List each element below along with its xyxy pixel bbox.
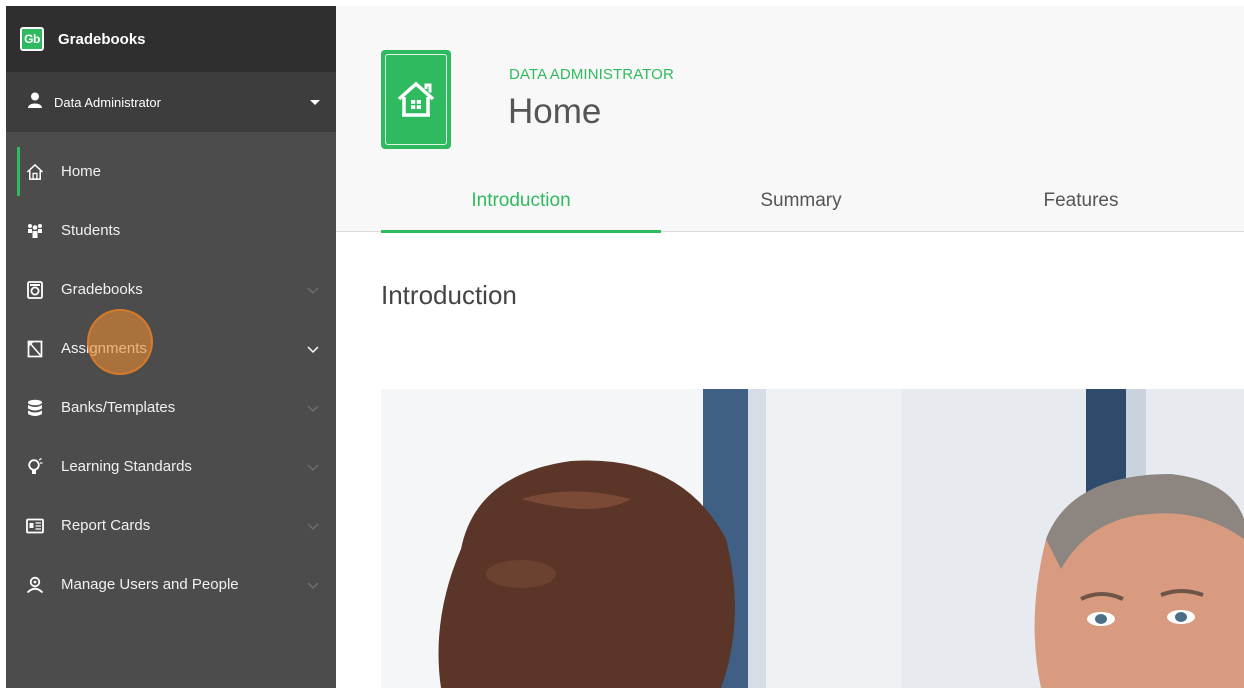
- database-icon: [26, 399, 44, 417]
- sidebar-item-label: Home: [61, 163, 102, 180]
- lightbulb-icon: [26, 457, 44, 476]
- sidebar-nav: Home Students Gradebooks Assignments Ban…: [6, 142, 336, 614]
- sidebar-item-manage-users[interactable]: Manage Users and People: [6, 555, 336, 614]
- chevron-down-icon[interactable]: [306, 401, 320, 415]
- sidebar-item-gradebooks[interactable]: Gradebooks: [6, 260, 336, 319]
- sidebar-item-label: Students: [61, 222, 121, 239]
- sidebar-item-label: Gradebooks: [61, 281, 143, 298]
- user-menu[interactable]: Data Administrator: [6, 72, 336, 132]
- tab-features[interactable]: Features: [941, 186, 1221, 232]
- gradebook-icon: [26, 280, 44, 299]
- home-icon: [26, 163, 44, 181]
- chevron-down-icon[interactable]: [306, 578, 320, 592]
- section-title: Introduction: [381, 280, 517, 310]
- tab-bar: Introduction Summary Features: [381, 186, 1244, 233]
- sidebar-item-label: Manage Users and People: [61, 576, 239, 593]
- manage-users-icon: [26, 576, 44, 594]
- students-icon: [26, 222, 44, 240]
- role-label: DATA ADMINISTRATOR: [509, 66, 674, 83]
- chevron-down-icon[interactable]: [310, 99, 320, 105]
- sidebar-item-label: Assignments: [61, 340, 147, 357]
- user-icon: [28, 92, 42, 113]
- page-header: DATA ADMINISTRATOR Home Introduction Sum…: [336, 6, 1244, 233]
- sidebar-item-home[interactable]: Home: [6, 142, 336, 201]
- sidebar-item-label: Learning Standards: [61, 458, 192, 475]
- sidebar-item-assignments[interactable]: Assignments: [6, 319, 336, 378]
- home-icon: [397, 81, 435, 117]
- hero-photo: [381, 389, 1244, 688]
- tab-summary[interactable]: Summary: [661, 186, 941, 232]
- hero-illustration: [381, 389, 1244, 688]
- sidebar: Gb Gradebooks Data Administrator Home St…: [6, 6, 336, 688]
- chevron-down-icon[interactable]: [306, 460, 320, 474]
- sidebar-item-label: Banks/Templates: [61, 399, 176, 416]
- chevron-down-icon[interactable]: [306, 342, 320, 356]
- main-content: DATA ADMINISTRATOR Home Introduction Sum…: [336, 0, 1244, 688]
- assignment-icon: [26, 340, 44, 358]
- sidebar-item-banks-templates[interactable]: Banks/Templates: [6, 378, 336, 437]
- tab-introduction[interactable]: Introduction: [381, 186, 661, 233]
- chevron-down-icon[interactable]: [306, 283, 320, 297]
- chevron-down-icon[interactable]: [306, 519, 320, 533]
- report-card-icon: [26, 517, 44, 535]
- brand-name: Gradebooks: [58, 30, 146, 48]
- sidebar-item-learning-standards[interactable]: Learning Standards: [6, 437, 336, 496]
- page-title: Home: [508, 92, 602, 131]
- sidebar-item-report-cards[interactable]: Report Cards: [6, 496, 336, 555]
- brand-header[interactable]: Gb Gradebooks: [6, 6, 336, 72]
- user-name: Data Administrator: [54, 94, 161, 110]
- sidebar-item-students[interactable]: Students: [6, 201, 336, 260]
- sidebar-item-label: Report Cards: [61, 517, 151, 534]
- page-badge: [381, 50, 451, 149]
- brand-logo: Gb: [20, 27, 44, 51]
